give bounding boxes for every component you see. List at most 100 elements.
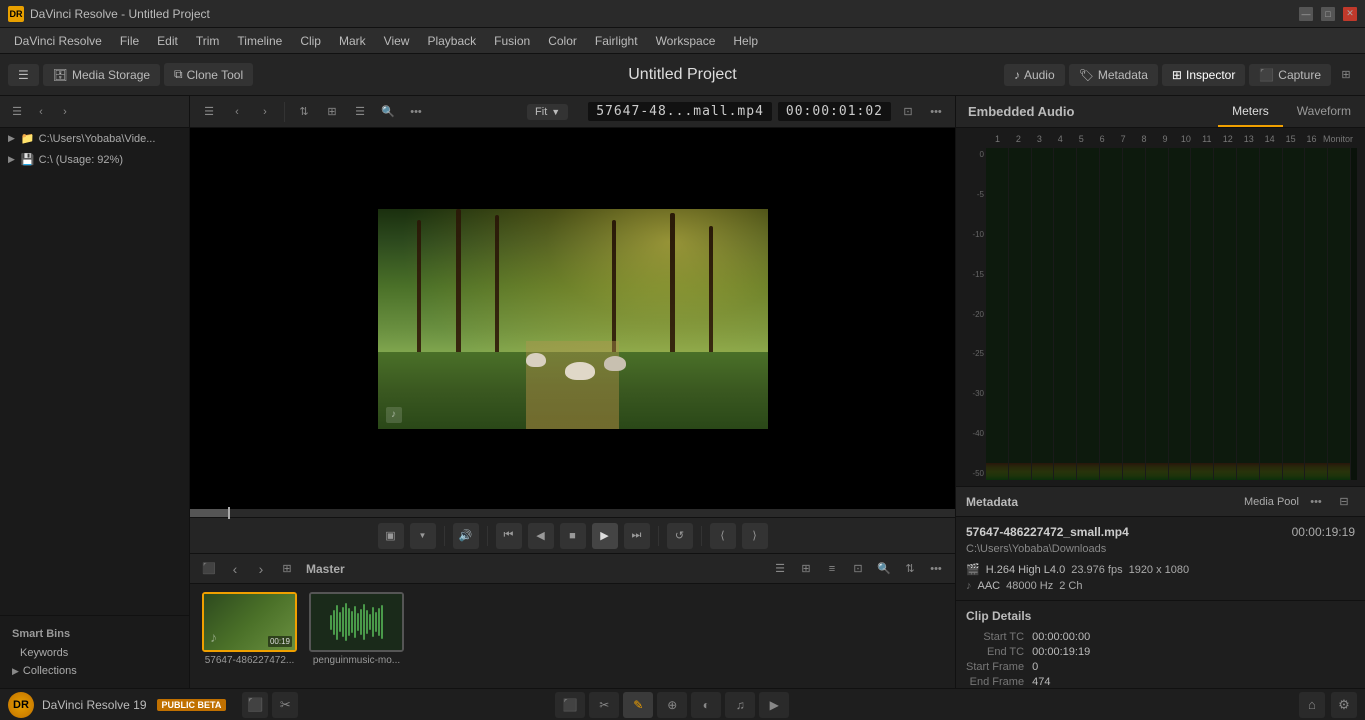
menu-fusion[interactable]: Fusion bbox=[486, 31, 538, 51]
mp-more-icon[interactable]: ••• bbox=[925, 558, 947, 580]
mp-view-toggle[interactable]: ⊡ bbox=[847, 558, 869, 580]
minimize-button[interactable]: — bbox=[1299, 7, 1313, 21]
menu-fairlight[interactable]: Fairlight bbox=[587, 31, 646, 51]
metadata-title: Metadata bbox=[966, 495, 1018, 509]
mark-in-button[interactable]: ⟨ bbox=[710, 523, 736, 549]
menu-color[interactable]: Color bbox=[540, 31, 585, 51]
media-storage-icon: 🗄 bbox=[53, 68, 68, 82]
project-title: Untitled Project bbox=[628, 66, 737, 84]
media-clip-audio[interactable]: penguinmusic-mo... bbox=[309, 592, 404, 666]
mark-out-button[interactable]: ⟩ bbox=[742, 523, 768, 549]
menu-mark[interactable]: Mark bbox=[331, 31, 374, 51]
sidebar-file-tree: ▶ 📁 C:\Users\Yobaba\Vide... ▶ 💾 C:\ (Usa… bbox=[0, 128, 189, 372]
sidebar-toggle-icon[interactable]: ☰ bbox=[6, 101, 28, 123]
stop-button[interactable]: ■ bbox=[560, 523, 586, 549]
keywords-link[interactable]: Keywords bbox=[0, 644, 189, 662]
preview-forward-btn[interactable]: › bbox=[254, 101, 276, 123]
mp-detail-icon[interactable]: ≡ bbox=[821, 558, 843, 580]
mp-sort-icon[interactable]: ⇅ bbox=[899, 558, 921, 580]
screen-dropdown-icon[interactable]: ▼ bbox=[410, 523, 436, 549]
menu-view[interactable]: View bbox=[376, 31, 418, 51]
menu-clip[interactable]: Clip bbox=[292, 31, 329, 51]
preview-layout-icon[interactable]: ☰ bbox=[198, 101, 220, 123]
separator bbox=[284, 102, 285, 122]
loop-button[interactable]: ↺ bbox=[667, 523, 693, 549]
mp-back-btn[interactable]: ‹ bbox=[224, 558, 246, 580]
preview-more-icon[interactable]: ••• bbox=[925, 101, 947, 123]
video-thumbnail: ♪ 00:19 bbox=[204, 594, 295, 650]
menu-file[interactable]: File bbox=[112, 31, 147, 51]
play-button[interactable]: ▶ bbox=[592, 523, 618, 549]
clip-thumb-audio bbox=[309, 592, 404, 652]
volume-button[interactable]: 🔊 bbox=[453, 523, 479, 549]
menu-help[interactable]: Help bbox=[725, 31, 766, 51]
search-icon[interactable]: 🔍 bbox=[377, 101, 399, 123]
tab-meters[interactable]: Meters bbox=[1218, 96, 1283, 127]
clip-info-icon[interactable]: ⊡ bbox=[897, 101, 919, 123]
workspace-btn-fusion[interactable]: ⊕ bbox=[657, 692, 687, 718]
workspace-btn-media[interactable]: ⬛ bbox=[555, 692, 585, 718]
meter-ch16 bbox=[1328, 148, 1350, 480]
sidebar-forward-button[interactable]: › bbox=[54, 101, 76, 123]
audio-button[interactable]: ♪ Audio bbox=[1004, 64, 1065, 86]
maximize-button[interactable]: □ bbox=[1321, 7, 1335, 21]
mp-grid-icon[interactable]: ⊞ bbox=[795, 558, 817, 580]
prev-frame-button[interactable]: ◀ bbox=[528, 523, 554, 549]
metadata-more-icon[interactable]: ••• bbox=[1305, 491, 1327, 513]
workspace-btn-edit[interactable]: ✎ bbox=[623, 692, 653, 718]
taskbar-btn1[interactable]: ⬛ bbox=[242, 692, 268, 718]
taskbar-settings-icon[interactable]: ⚙ bbox=[1331, 692, 1357, 718]
mp-list-icon[interactable]: ☰ bbox=[769, 558, 791, 580]
media-clip-video[interactable]: ♪ 00:19 57647-486227472... bbox=[202, 592, 297, 666]
grid-view-icon[interactable]: ⊞ bbox=[321, 101, 343, 123]
tree-item-videos[interactable]: ▶ 📁 C:\Users\Yobaba\Vide... bbox=[0, 128, 189, 149]
mp-forward-btn[interactable]: › bbox=[250, 558, 272, 580]
sidebar-back-button[interactable]: ‹ bbox=[30, 101, 52, 123]
workspace-btn-deliver[interactable]: ▶ bbox=[759, 692, 789, 718]
mp-expand-icon[interactable]: ⊞ bbox=[276, 558, 298, 580]
go-to-end-button[interactable]: ⏭ bbox=[624, 523, 650, 549]
start-tc-label: Start TC bbox=[966, 631, 1024, 643]
preview-back-btn[interactable]: ‹ bbox=[226, 101, 248, 123]
overflow-button[interactable]: ⊞ bbox=[1335, 64, 1357, 86]
collections-item[interactable]: ▶ Collections bbox=[0, 662, 189, 680]
panel-toggle-button[interactable]: ☰ bbox=[8, 64, 39, 86]
menu-playback[interactable]: Playback bbox=[419, 31, 484, 51]
menu-trim[interactable]: Trim bbox=[188, 31, 228, 51]
mp-search-icon[interactable]: 🔍 bbox=[873, 558, 895, 580]
metadata-collapse-icon[interactable]: ⊟ bbox=[1333, 491, 1355, 513]
go-to-start-button[interactable]: ⏮ bbox=[496, 523, 522, 549]
toolbar-left: ☰ 🗄 Media Storage ⧉ Clone Tool bbox=[8, 63, 253, 86]
clone-tool-label: Clone Tool bbox=[187, 68, 243, 82]
menu-timeline[interactable]: Timeline bbox=[229, 31, 290, 51]
ch7: 7 bbox=[1114, 134, 1133, 144]
taskbar-home-icon[interactable]: ⌂ bbox=[1299, 692, 1325, 718]
capture-button[interactable]: ⬛ Capture bbox=[1249, 64, 1331, 86]
ch8: 8 bbox=[1135, 134, 1154, 144]
workspace-btn-fairlight[interactable]: ♫ bbox=[725, 692, 755, 718]
menu-workspace[interactable]: Workspace bbox=[648, 31, 724, 51]
clone-tool-button[interactable]: ⧉ Clone Tool bbox=[164, 63, 253, 86]
close-button[interactable]: ✕ bbox=[1343, 7, 1357, 21]
monitor-label: Monitor bbox=[1323, 134, 1357, 144]
workspace-btn-cut[interactable]: ✂ bbox=[589, 692, 619, 718]
more-options-icon[interactable]: ••• bbox=[405, 101, 427, 123]
metadata-button[interactable]: 🏷 Metadata bbox=[1069, 64, 1158, 86]
taskbar-btn2[interactable]: ✂ bbox=[272, 692, 298, 718]
tab-waveform[interactable]: Waveform bbox=[1283, 96, 1365, 127]
tree-item-drive[interactable]: ▶ 💾 C:\ (Usage: 92%) bbox=[0, 149, 189, 170]
screen-toggle-button[interactable]: ▣ bbox=[378, 523, 404, 549]
menu-davinci[interactable]: DaVinci Resolve bbox=[6, 31, 110, 51]
preview-scrubber[interactable] bbox=[190, 509, 955, 517]
list-view-icon[interactable]: ☰ bbox=[349, 101, 371, 123]
ch14: 14 bbox=[1260, 134, 1279, 144]
menu-edit[interactable]: Edit bbox=[149, 31, 186, 51]
workspace-btn-color[interactable]: ◐ bbox=[691, 692, 721, 718]
inspector-icon: ⊞ bbox=[1172, 68, 1182, 82]
media-storage-button[interactable]: 🗄 Media Storage bbox=[43, 64, 160, 86]
inspector-button[interactable]: ⊞ Inspector bbox=[1162, 64, 1245, 86]
sort-icon[interactable]: ⇅ bbox=[293, 101, 315, 123]
meta-sample-rate: 48000 Hz bbox=[1006, 580, 1053, 592]
mp-sidebar-icon[interactable]: ⬛ bbox=[198, 558, 220, 580]
fit-selector[interactable]: Fit ▼ bbox=[527, 104, 568, 120]
